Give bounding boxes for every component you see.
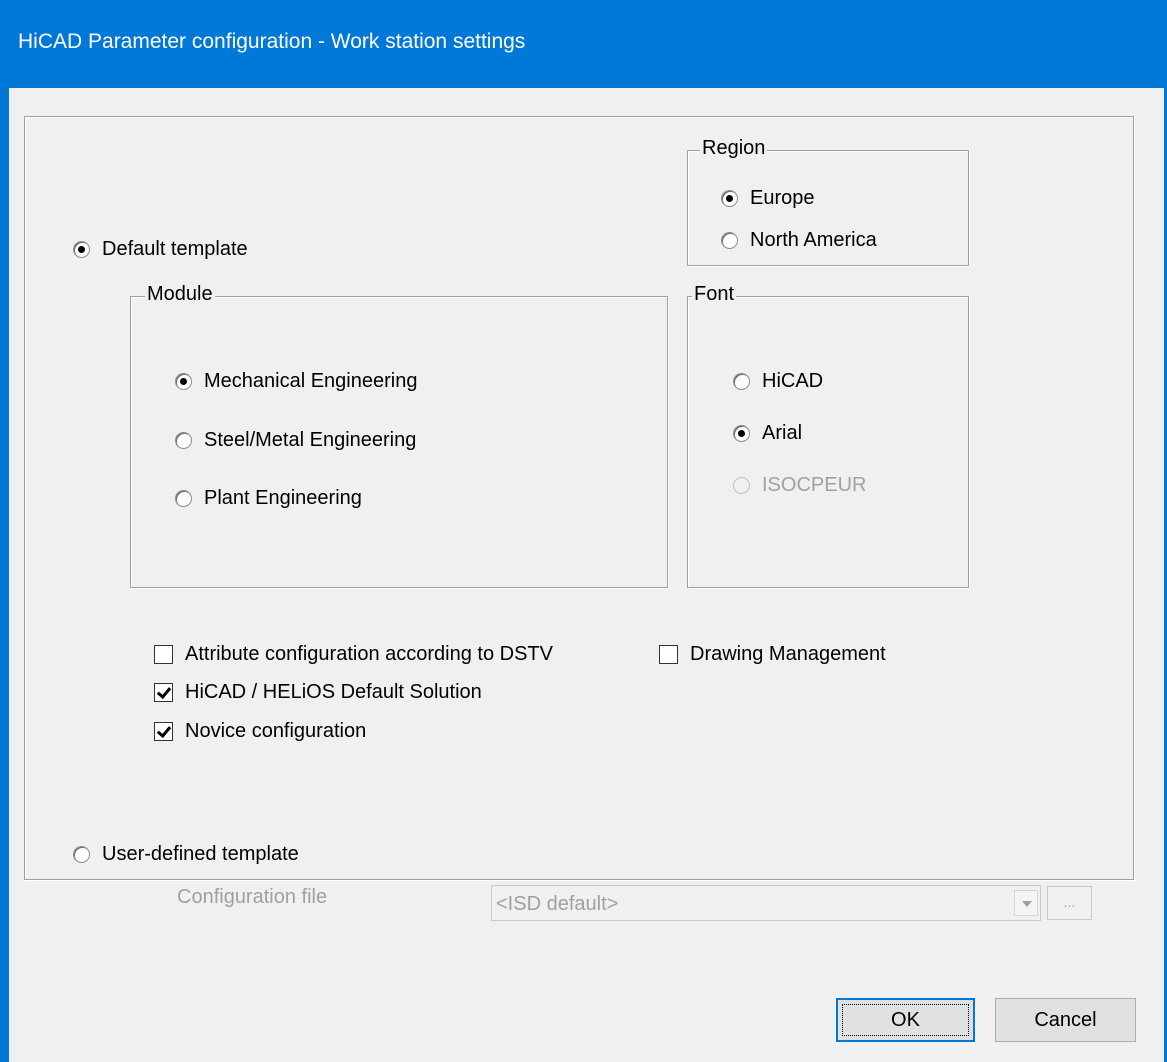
drawing-management-checkbox[interactable]: Drawing Management — [659, 643, 886, 666]
helios-default-solution-label: HiCAD / HELiOS Default Solution — [185, 681, 482, 703]
configuration-file-value: <ISD default> — [496, 893, 619, 915]
ok-button-label: OK — [891, 1009, 920, 1031]
module-mechanical-label: Mechanical Engineering — [204, 370, 418, 392]
radio-indicator — [73, 846, 90, 863]
checkbox-indicator — [154, 683, 173, 702]
radio-indicator — [73, 241, 90, 258]
radio-indicator — [733, 425, 750, 442]
font-group: Font — [687, 283, 969, 588]
font-isocpeur-radio: ISOCPEUR — [733, 474, 866, 497]
radio-indicator — [175, 490, 192, 507]
font-isocpeur-label: ISOCPEUR — [762, 474, 867, 496]
radio-indicator — [733, 477, 750, 494]
region-north-america-label: North America — [750, 229, 877, 251]
radio-indicator — [721, 190, 738, 207]
font-arial-label: Arial — [762, 422, 803, 444]
novice-configuration-checkbox[interactable]: Novice configuration — [154, 720, 366, 743]
module-steel-metal-label: Steel/Metal Engineering — [204, 429, 417, 451]
browse-button: ... — [1047, 886, 1092, 920]
chevron-down-icon — [1014, 890, 1038, 916]
region-group-label: Region — [700, 137, 768, 160]
window-title: HiCAD Parameter configuration - Work sta… — [18, 30, 526, 53]
module-plant-label: Plant Engineering — [204, 487, 362, 509]
dstv-checkbox-label: Attribute configuration according to DST… — [185, 643, 553, 665]
title-bar: HiCAD Parameter configuration - Work sta… — [0, 0, 1167, 88]
font-hicad-label: HiCAD — [762, 370, 824, 392]
font-hicad-radio[interactable]: HiCAD — [733, 370, 823, 393]
drawing-management-label: Drawing Management — [690, 643, 886, 665]
dstv-checkbox[interactable]: Attribute configuration according to DST… — [154, 643, 553, 666]
module-steel-metal-radio[interactable]: Steel/Metal Engineering — [175, 429, 416, 452]
checkbox-indicator — [154, 722, 173, 741]
helios-default-solution-checkbox[interactable]: HiCAD / HELiOS Default Solution — [154, 681, 482, 704]
user-defined-template-label: User-defined template — [102, 843, 299, 865]
module-plant-radio[interactable]: Plant Engineering — [175, 487, 362, 510]
module-mechanical-radio[interactable]: Mechanical Engineering — [175, 370, 417, 393]
radio-indicator — [721, 232, 738, 249]
default-template-label: Default template — [102, 238, 248, 260]
radio-indicator — [175, 432, 192, 449]
module-group-label: Module — [145, 283, 215, 306]
cancel-button-label: Cancel — [1034, 1009, 1097, 1031]
radio-indicator — [175, 373, 192, 390]
radio-indicator — [733, 373, 750, 390]
checkbox-indicator — [154, 645, 173, 664]
user-defined-template-radio[interactable]: User-defined template — [73, 843, 299, 866]
region-europe-label: Europe — [750, 187, 815, 209]
ok-button[interactable]: OK — [836, 998, 975, 1042]
cancel-button[interactable]: Cancel — [995, 998, 1136, 1042]
region-north-america-radio[interactable]: North America — [721, 229, 891, 252]
checkbox-indicator — [659, 645, 678, 664]
configuration-file-label: Configuration file — [177, 886, 328, 908]
font-group-label: Font — [692, 283, 737, 306]
font-arial-radio[interactable]: Arial — [733, 422, 802, 445]
default-template-radio[interactable]: Default template — [73, 238, 248, 261]
configuration-file-combobox: <ISD default> — [491, 885, 1041, 921]
novice-configuration-label: Novice configuration — [185, 720, 367, 742]
window-border-left — [0, 88, 9, 1062]
region-europe-radio[interactable]: Europe — [721, 187, 815, 210]
